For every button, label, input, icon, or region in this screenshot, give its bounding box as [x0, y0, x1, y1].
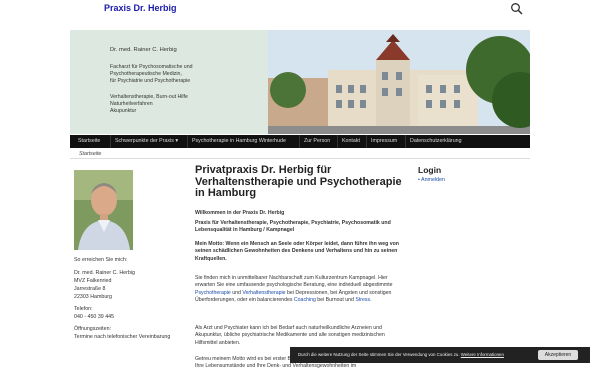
- link-psychotherapie[interactable]: Psychotherapie: [195, 290, 231, 296]
- doctor-portrait: [74, 170, 133, 250]
- contact-name: Dr. med. Rainer C. Herbig: [74, 270, 135, 276]
- nav-item-kontakt[interactable]: Kontakt: [337, 135, 364, 148]
- intro-text: Sie finden mich in unmittelbarer Nachbar…: [195, 275, 393, 289]
- header-line: Psychotherapeutische Medizin,: [110, 71, 182, 77]
- divider: [70, 158, 530, 159]
- cookie-banner: Durch die weitere Nutzung der Seite stim…: [290, 347, 590, 363]
- search-icon[interactable]: [510, 2, 524, 16]
- contact-city: 22303 Hamburg: [74, 294, 112, 300]
- contact-org: MVZ Falkenried: [74, 278, 112, 284]
- contact-hours: Termine nach telefonischer Vereinbarung: [74, 334, 171, 340]
- login-title: Login: [418, 165, 442, 175]
- nav-item-zur-person[interactable]: Zur Person: [299, 135, 334, 148]
- top-bar: Praxis Dr. Herbig: [0, 0, 600, 24]
- breadcrumb: Startseite: [79, 151, 102, 157]
- login-link[interactable]: • Anmelden: [418, 177, 445, 183]
- building-photo: [268, 30, 530, 134]
- page-title: Privatpraxis Dr. Herbig für Verhaltensth…: [195, 164, 402, 199]
- nav-item-psychotherapie[interactable]: Psychotherapie in Hamburg Winterhude: [187, 135, 290, 148]
- intro-text: und: [230, 289, 243, 296]
- intro-text: bei Burnout und: [315, 296, 356, 303]
- contact-hours-label: Öffnungszeiten:: [74, 326, 112, 332]
- link-verhaltenstherapie[interactable]: Verhaltenstherapie: [242, 290, 285, 296]
- cookie-text: Durch die weitere Nutzung der Seite stim…: [298, 352, 504, 357]
- intro-text: .: [370, 296, 372, 303]
- link-coaching[interactable]: Coaching: [294, 297, 316, 303]
- header-line: für Psychiatrie und Psychotherapie: [110, 78, 191, 84]
- header-line: Verhaltenstherapie, Burn-out Hilfe: [110, 94, 188, 100]
- cookie-more-link[interactable]: Weitere Informationen: [461, 352, 504, 357]
- nav-item-impressum[interactable]: Impressum: [366, 135, 401, 148]
- site-title[interactable]: Praxis Dr. Herbig: [104, 3, 177, 13]
- contact-intro: So erreichen Sie mich:: [74, 257, 128, 263]
- welcome-heading: Willkommen in der Praxis Dr. Herbig: [195, 210, 285, 216]
- nav-item-startseite[interactable]: Startseite: [74, 135, 104, 148]
- header-text-panel: Dr. med. Rainer C. Herbig Facharzt für P…: [70, 30, 268, 134]
- nav-item-datenschutz[interactable]: Datenschutzerklärung: [405, 135, 466, 148]
- header-banner: Dr. med. Rainer C. Herbig Facharzt für P…: [70, 30, 530, 134]
- login-link-label[interactable]: Anmelden: [421, 177, 445, 183]
- header-doctor-name: Dr. med. Rainer C. Herbig: [110, 47, 177, 53]
- contact-phone: 040 - 450 39 445: [74, 314, 115, 320]
- doctor-paragraph: Als Arzt und Psychiater kann ich bei Bed…: [195, 325, 385, 346]
- header-line: Facharzt für Psychosomatische und: [110, 64, 193, 70]
- link-stress[interactable]: Stress: [355, 297, 370, 303]
- intro-paragraph: Sie finden mich in unmittelbarer Nachbar…: [195, 275, 405, 304]
- contact-street: Jarrestraße 8: [74, 286, 106, 292]
- header-line: Naturheilverfahren: [110, 101, 153, 107]
- header-line: Akupunktur: [110, 108, 137, 114]
- motto-text: Mein Motto: Wenn ein Mensch an Seele ode…: [195, 241, 399, 262]
- nav-item-schwerpunkte[interactable]: Schwerpunkte der Praxis ▾: [110, 135, 182, 148]
- main-navigation: Startseite Schwerpunkte der Praxis ▾ Psy…: [70, 135, 530, 148]
- practice-subtitle: Praxis für Verhaltenstherapie, Psychothe…: [195, 220, 391, 234]
- cookie-accept-button[interactable]: Akzeptieren: [538, 350, 578, 360]
- cookie-message: Durch die weitere Nutzung der Seite stim…: [298, 352, 460, 357]
- contact-phone-label: Telefon:: [74, 306, 93, 312]
